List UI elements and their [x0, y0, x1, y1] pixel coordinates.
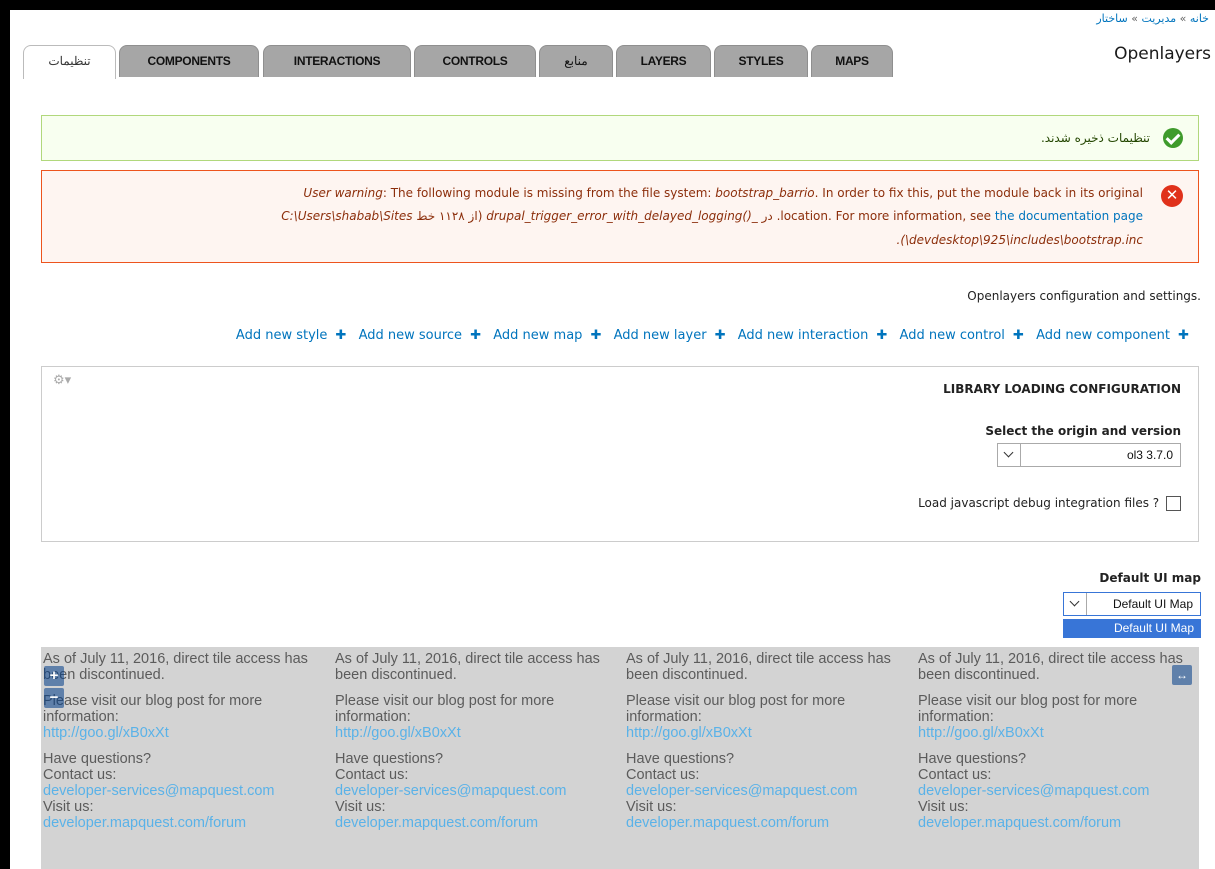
- warning-line-1: User warning: The following module is mi…: [303, 186, 1143, 200]
- tab-interactions[interactable]: INTERACTIONS: [263, 45, 411, 77]
- add-component-link[interactable]: Add new component ✚: [1036, 328, 1189, 343]
- map-tile: As of July 11, 2016, direct tile access …: [918, 651, 1183, 831]
- tab-components[interactable]: COMPONENTS: [119, 45, 259, 77]
- tab-bar: تنظیمات COMPONENTS INTERACTIONS CONTROLS…: [23, 45, 893, 79]
- zoom-in-button[interactable]: +: [44, 666, 64, 686]
- add-layer-link[interactable]: Add new layer ✚: [614, 328, 726, 343]
- debug-option: Load javascript debug integration files …: [918, 496, 1181, 511]
- tab-styles[interactable]: STYLES: [714, 45, 808, 77]
- zoom-out-button[interactable]: −: [44, 688, 64, 708]
- breadcrumb-structure[interactable]: ساختار: [1096, 12, 1127, 25]
- email-link[interactable]: developer-services@mapquest.com: [335, 783, 567, 799]
- add-interaction-link[interactable]: Add new interaction ✚: [738, 328, 888, 343]
- breadcrumb-home[interactable]: خانه: [1190, 12, 1209, 25]
- warning-line-2: C:\Users\shabab\Sites از ۱۱۲۸ خط) drupal…: [281, 209, 1143, 223]
- chevron-down-icon: [1064, 593, 1087, 615]
- breadcrumb-admin[interactable]: مدیریت: [1141, 12, 1176, 25]
- fullscreen-button[interactable]: ↔: [1172, 665, 1192, 685]
- page-title: Openlayers: [1114, 44, 1211, 64]
- add-control-link[interactable]: Add new control ✚: [900, 328, 1024, 343]
- forum-link[interactable]: developer.mapquest.com/forum: [43, 815, 246, 831]
- ui-map-select[interactable]: Default UI Map: [1063, 592, 1201, 616]
- plus-icon: ✚: [714, 328, 726, 343]
- chevron-down-icon: [998, 444, 1021, 466]
- email-link[interactable]: developer-services@mapquest.com: [43, 783, 275, 799]
- status-message-text: تنظیمات ذخیره شدند.: [1040, 131, 1150, 145]
- ui-map-option[interactable]: Default UI Map: [1063, 619, 1201, 638]
- add-map-link[interactable]: Add new map ✚: [493, 328, 601, 343]
- add-style-link[interactable]: Add new style ✚: [236, 328, 347, 343]
- tab-settings[interactable]: تنظیمات: [23, 45, 116, 79]
- error-icon: ✕: [1161, 185, 1183, 207]
- add-source-link[interactable]: Add new source ✚: [359, 328, 482, 343]
- plus-icon: ✚: [335, 328, 347, 343]
- blog-link[interactable]: http://goo.gl/xB0xXt: [335, 725, 461, 741]
- tab-controls[interactable]: CONTROLS: [414, 45, 536, 77]
- blog-link[interactable]: http://goo.gl/xB0xXt: [43, 725, 169, 741]
- forum-link[interactable]: developer.mapquest.com/forum: [335, 815, 538, 831]
- fieldset-title: LIBRARY LOADING CONFIGURATION: [943, 382, 1181, 396]
- email-link[interactable]: developer-services@mapquest.com: [626, 783, 858, 799]
- email-link[interactable]: developer-services@mapquest.com: [918, 783, 1150, 799]
- forum-link[interactable]: developer.mapquest.com/forum: [626, 815, 829, 831]
- map-tile: As of July 11, 2016, direct tile access …: [626, 651, 891, 831]
- action-links: Add new style ✚ Add new source ✚ Add new…: [228, 328, 1189, 343]
- blog-link[interactable]: http://goo.gl/xB0xXt: [918, 725, 1044, 741]
- documentation-link[interactable]: the documentation page: [995, 209, 1143, 223]
- page-frame: خانه » مدیریت » ساختار Openlayers تنظیما…: [10, 10, 1215, 869]
- warning-message: ✕ User warning: The following module is …: [41, 170, 1199, 263]
- debug-checkbox[interactable]: [1166, 496, 1181, 511]
- check-circle-icon: [1163, 128, 1183, 148]
- plus-icon: ✚: [1013, 328, 1024, 343]
- status-message: تنظیمات ذخیره شدند.: [41, 115, 1199, 161]
- map-tile: As of July 11, 2016, direct tile access …: [335, 651, 600, 831]
- map-tile: As of July 11, 2016, direct tile access …: [43, 651, 308, 831]
- plus-icon: ✚: [1178, 328, 1189, 343]
- intro-text: Openlayers configuration and settings.: [967, 289, 1201, 303]
- plus-icon: ✚: [470, 328, 482, 343]
- plus-icon: ✚: [590, 328, 602, 343]
- tab-maps[interactable]: MAPS: [811, 45, 893, 77]
- map-preview[interactable]: As of July 11, 2016, direct tile access …: [41, 647, 1199, 869]
- gear-icon[interactable]: ⚙▾: [53, 373, 71, 388]
- breadcrumb: خانه » مدیریت » ساختار: [1096, 12, 1209, 25]
- ui-map-label: Default UI map: [1099, 571, 1201, 585]
- plus-icon: ✚: [876, 328, 888, 343]
- forum-link[interactable]: developer.mapquest.com/forum: [918, 815, 1121, 831]
- debug-label: Load javascript debug integration files …: [918, 496, 1160, 510]
- version-select-label: Select the origin and version: [985, 424, 1181, 438]
- tab-layers[interactable]: LAYERS: [616, 45, 711, 77]
- tab-sources[interactable]: منابع: [539, 45, 613, 77]
- blog-link[interactable]: http://goo.gl/xB0xXt: [626, 725, 752, 741]
- version-select[interactable]: ol3 3.7.0: [997, 443, 1181, 467]
- warning-line-3: .(\devdesktop\925\includes\bootstrap.inc: [896, 233, 1144, 247]
- library-loading-fieldset: ⚙▾ LIBRARY LOADING CONFIGURATION Select …: [41, 366, 1199, 542]
